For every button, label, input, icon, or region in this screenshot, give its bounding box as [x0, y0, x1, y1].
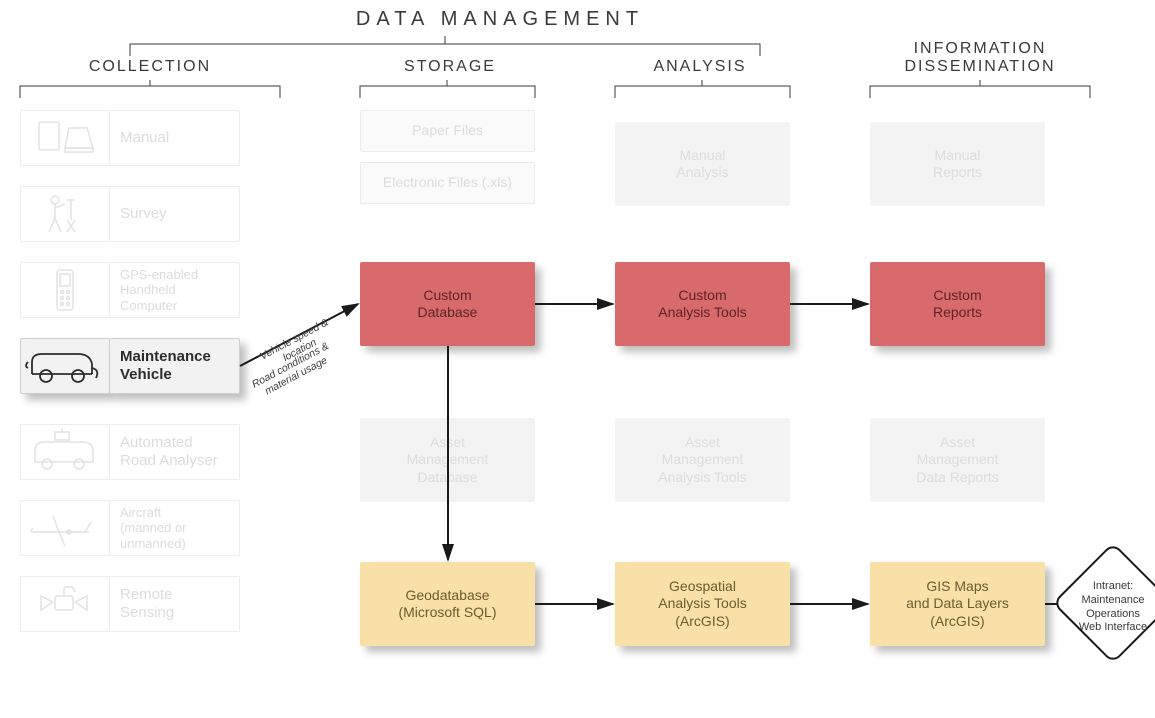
- arrow-geodb-to-geotools: [535, 600, 615, 608]
- storage-custom-database: Custom Database: [360, 262, 535, 346]
- collection-manual: Manual: [20, 110, 240, 166]
- bracket-dissemination: [870, 80, 1090, 98]
- collection-gps-label: GPS-enabled Handheld Computer: [110, 262, 240, 318]
- collection-survey-label: Survey: [110, 186, 240, 242]
- col-title-storage: STORAGE: [360, 58, 540, 76]
- dissem-custom-reports: Custom Reports: [870, 262, 1045, 346]
- collection-remote-label: Remote Sensing: [110, 576, 240, 632]
- analysis-geo-tools: Geospatial Analysis Tools (ArcGIS): [615, 562, 790, 646]
- storage-electronic-files: Electronic Files (.xls): [360, 162, 535, 204]
- dissem-asset-reports: Asset Management Data Reports: [870, 418, 1045, 502]
- bracket-main: [130, 36, 760, 56]
- col-title-collection: COLLECTION: [60, 58, 240, 76]
- collection-analyser-label: Automated Road Analyser: [110, 424, 240, 480]
- intranet-label: Intranet: Maintenance Operations Web Int…: [1058, 580, 1155, 635]
- collection-aircraft: Aircraft (manned or unmanned): [20, 500, 240, 556]
- collection-aircraft-label: Aircraft (manned or unmanned): [110, 500, 240, 556]
- bracket-collection: [20, 80, 280, 98]
- analysis-custom-tools: Custom Analysis Tools: [615, 262, 790, 346]
- arrow-geotools-to-gismaps: [790, 600, 870, 608]
- collection-analyser: Automated Road Analyser: [20, 424, 240, 480]
- collection-remote: Remote Sensing: [20, 576, 240, 632]
- bracket-storage: [360, 80, 535, 98]
- title-data-management: DATA MANAGEMENT: [300, 8, 700, 31]
- bracket-analysis: [615, 80, 790, 98]
- collection-maintenance-label: Maintenance Vehicle: [110, 338, 240, 394]
- arrow-db-to-analysis: [535, 300, 615, 308]
- analyser-icon: [20, 424, 110, 480]
- collection-manual-label: Manual: [110, 110, 240, 166]
- dissem-gis-maps: GIS Maps and Data Layers (ArcGIS): [870, 562, 1045, 646]
- collection-survey: Survey: [20, 186, 240, 242]
- remote-sensing-icon: [20, 576, 110, 632]
- vehicle-icon: [20, 338, 110, 394]
- storage-paper-files: Paper Files: [360, 110, 535, 152]
- survey-icon: [20, 186, 110, 242]
- storage-asset-db: Asset Management Database: [360, 418, 535, 502]
- col-title-dissemination: INFORMATION DISSEMINATION: [870, 40, 1090, 76]
- aircraft-icon: [20, 500, 110, 556]
- col-title-analysis: ANALYSIS: [610, 58, 790, 76]
- collection-maintenance-vehicle: Maintenance Vehicle: [20, 338, 240, 394]
- arrow-analysis-to-reports: [790, 300, 870, 308]
- analysis-asset-tools: Asset Management Analysis Tools: [615, 418, 790, 502]
- manual-icon: [20, 110, 110, 166]
- analysis-manual: Manual Analysis: [615, 122, 790, 206]
- gps-icon: [20, 262, 110, 318]
- dissem-manual-reports: Manual Reports: [870, 122, 1045, 206]
- collection-gps: GPS-enabled Handheld Computer: [20, 262, 240, 318]
- storage-geodatabase: Geodatabase (Microsoft SQL): [360, 562, 535, 646]
